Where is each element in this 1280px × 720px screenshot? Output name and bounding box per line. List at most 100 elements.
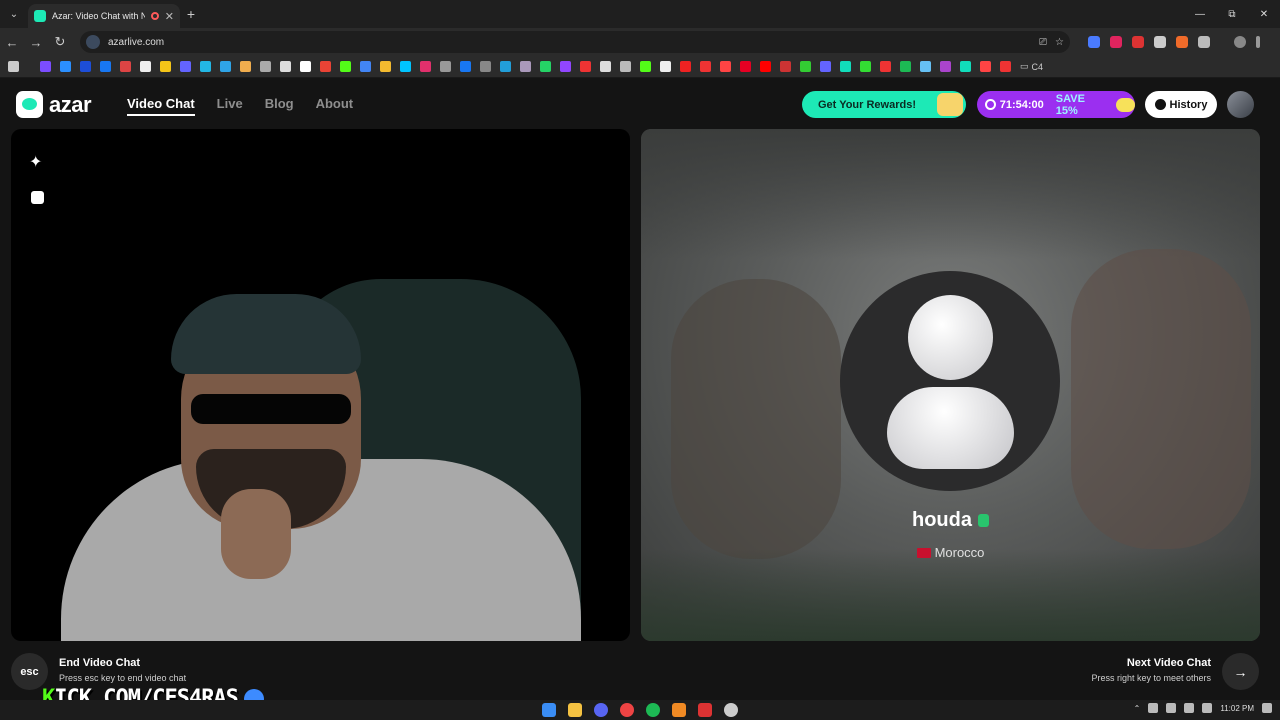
user-avatar[interactable] [1227, 91, 1254, 118]
bookmark-icon[interactable] [200, 61, 211, 72]
clock-text[interactable]: 11:02 PM [1220, 704, 1254, 713]
install-app-icon[interactable]: ⎚ [1039, 37, 1047, 48]
extension-icon[interactable] [1176, 36, 1188, 48]
bookmark-icon[interactable] [520, 61, 531, 72]
omnibox[interactable]: azarlive.com ⎚ ☆ [80, 31, 1070, 53]
nav-live[interactable]: Live [217, 96, 243, 116]
menu-icon[interactable] [1256, 36, 1260, 48]
file-explorer-icon[interactable] [568, 703, 582, 717]
bookmark-icon[interactable] [280, 61, 291, 72]
bookmark-icon[interactable] [600, 61, 611, 72]
bookmark-icon[interactable] [560, 61, 571, 72]
minimize-button[interactable]: — [1184, 0, 1216, 28]
nav-about[interactable]: About [316, 96, 354, 116]
bookmark-icon[interactable] [920, 61, 931, 72]
bookmark-icon[interactable] [640, 61, 651, 72]
bookmark-icon[interactable] [980, 61, 991, 72]
bookmark-icon[interactable] [40, 61, 51, 72]
new-tab-button[interactable]: + [180, 6, 202, 22]
end-chat-button[interactable]: esc [11, 653, 48, 690]
back-icon[interactable]: ← [0, 35, 24, 50]
bookmark-icon[interactable] [60, 61, 71, 72]
spotify-icon[interactable] [646, 703, 660, 717]
bookmark-icon[interactable] [400, 61, 411, 72]
bookmark-icon[interactable] [860, 61, 871, 72]
bookmark-icon[interactable] [340, 61, 351, 72]
discord-icon[interactable] [594, 703, 608, 717]
reload-icon[interactable]: ↻ [48, 34, 72, 50]
site-info-icon[interactable] [86, 35, 100, 49]
nav-blog[interactable]: Blog [265, 96, 294, 116]
bookmark-icon[interactable] [960, 61, 971, 72]
bookmark-icon[interactable] [360, 61, 371, 72]
bookmark-icon[interactable] [700, 61, 711, 72]
bookmark-icon[interactable] [120, 61, 131, 72]
extension-icon[interactable] [1088, 36, 1100, 48]
url-text[interactable]: azarlive.com [108, 37, 1031, 48]
nav-video-chat[interactable]: Video Chat [127, 96, 195, 116]
effects-sparkle-icon[interactable]: ✦ [29, 155, 45, 171]
extension-icon[interactable] [1132, 36, 1144, 48]
forward-icon[interactable]: → [24, 35, 48, 50]
bookmark-icon[interactable] [720, 61, 731, 72]
bookmark-icon[interactable] [580, 61, 591, 72]
extension-icon[interactable] [1154, 36, 1166, 48]
bookmark-icon[interactable] [760, 61, 771, 72]
start-icon[interactable] [542, 703, 556, 717]
bookmark-icon[interactable] [840, 61, 851, 72]
app-icon[interactable] [672, 703, 686, 717]
bookmark-icon[interactable] [620, 61, 631, 72]
app-icon[interactable] [724, 703, 738, 717]
notifications-icon[interactable] [1262, 703, 1272, 713]
bookmark-icon[interactable] [540, 61, 551, 72]
chrome-icon[interactable] [620, 703, 634, 717]
bookmark-icon[interactable] [440, 61, 451, 72]
microphone-icon[interactable] [1148, 703, 1159, 713]
tab-search-icon[interactable]: ⌄ [0, 9, 28, 20]
bookmark-icon[interactable] [240, 61, 251, 72]
bookmark-icon[interactable] [260, 61, 271, 72]
close-window-button[interactable]: ✕ [1248, 0, 1280, 28]
history-button[interactable]: History [1145, 91, 1217, 118]
bookmark-icon[interactable] [500, 61, 511, 72]
bookmark-icon[interactable] [780, 61, 791, 72]
azar-logo[interactable]: azar [16, 91, 92, 118]
bookmark-icon[interactable] [880, 61, 891, 72]
apps-grid-icon[interactable] [8, 61, 19, 72]
tray-chevron-icon[interactable]: ⌃ [1134, 704, 1141, 713]
bookmark-icon[interactable] [940, 61, 951, 72]
bookmark-icon[interactable] [160, 61, 171, 72]
bookmark-icon[interactable] [800, 61, 811, 72]
extension-icon[interactable] [1110, 36, 1122, 48]
bookmark-icon[interactable] [320, 61, 331, 72]
browser-tab[interactable]: Azar: Video Chat with New ✕ [28, 4, 180, 28]
bookmark-icon[interactable] [300, 61, 311, 72]
bookmark-icon[interactable] [420, 61, 431, 72]
restore-button[interactable]: ⧉ [1216, 0, 1248, 28]
bookmark-icon[interactable] [140, 61, 151, 72]
get-rewards-button[interactable]: Get Your Rewards! [802, 91, 966, 118]
app-tray-icon[interactable] [1202, 703, 1213, 713]
bookmark-icon[interactable] [820, 61, 831, 72]
bookmark-icon[interactable] [740, 61, 751, 72]
bookmark-icon[interactable] [680, 61, 691, 72]
volume-icon[interactable] [1166, 703, 1177, 713]
bookmark-icon[interactable] [220, 61, 231, 72]
bookmark-icon[interactable] [480, 61, 491, 72]
tab-close-icon[interactable]: ✕ [165, 10, 174, 23]
bookmark-icon[interactable] [460, 61, 471, 72]
bookmark-icon[interactable] [380, 61, 391, 72]
extensions-puzzle-icon[interactable] [1198, 36, 1210, 48]
sticker-icon[interactable] [31, 191, 44, 204]
bookmark-star-icon[interactable]: ☆ [1055, 37, 1064, 48]
bookmark-icon[interactable] [80, 61, 91, 72]
bookmark-folder[interactable]: ▭ C4 [1020, 61, 1043, 72]
bookmark-icon[interactable] [660, 61, 671, 72]
promo-button[interactable]: 71:54:00 SAVE 15% [977, 91, 1135, 118]
network-icon[interactable] [1184, 703, 1195, 713]
profile-icon[interactable] [1234, 36, 1246, 48]
app-icon[interactable] [698, 703, 712, 717]
bookmark-icon[interactable] [900, 61, 911, 72]
bookmark-icon[interactable] [1000, 61, 1011, 72]
bookmark-icon[interactable] [180, 61, 191, 72]
